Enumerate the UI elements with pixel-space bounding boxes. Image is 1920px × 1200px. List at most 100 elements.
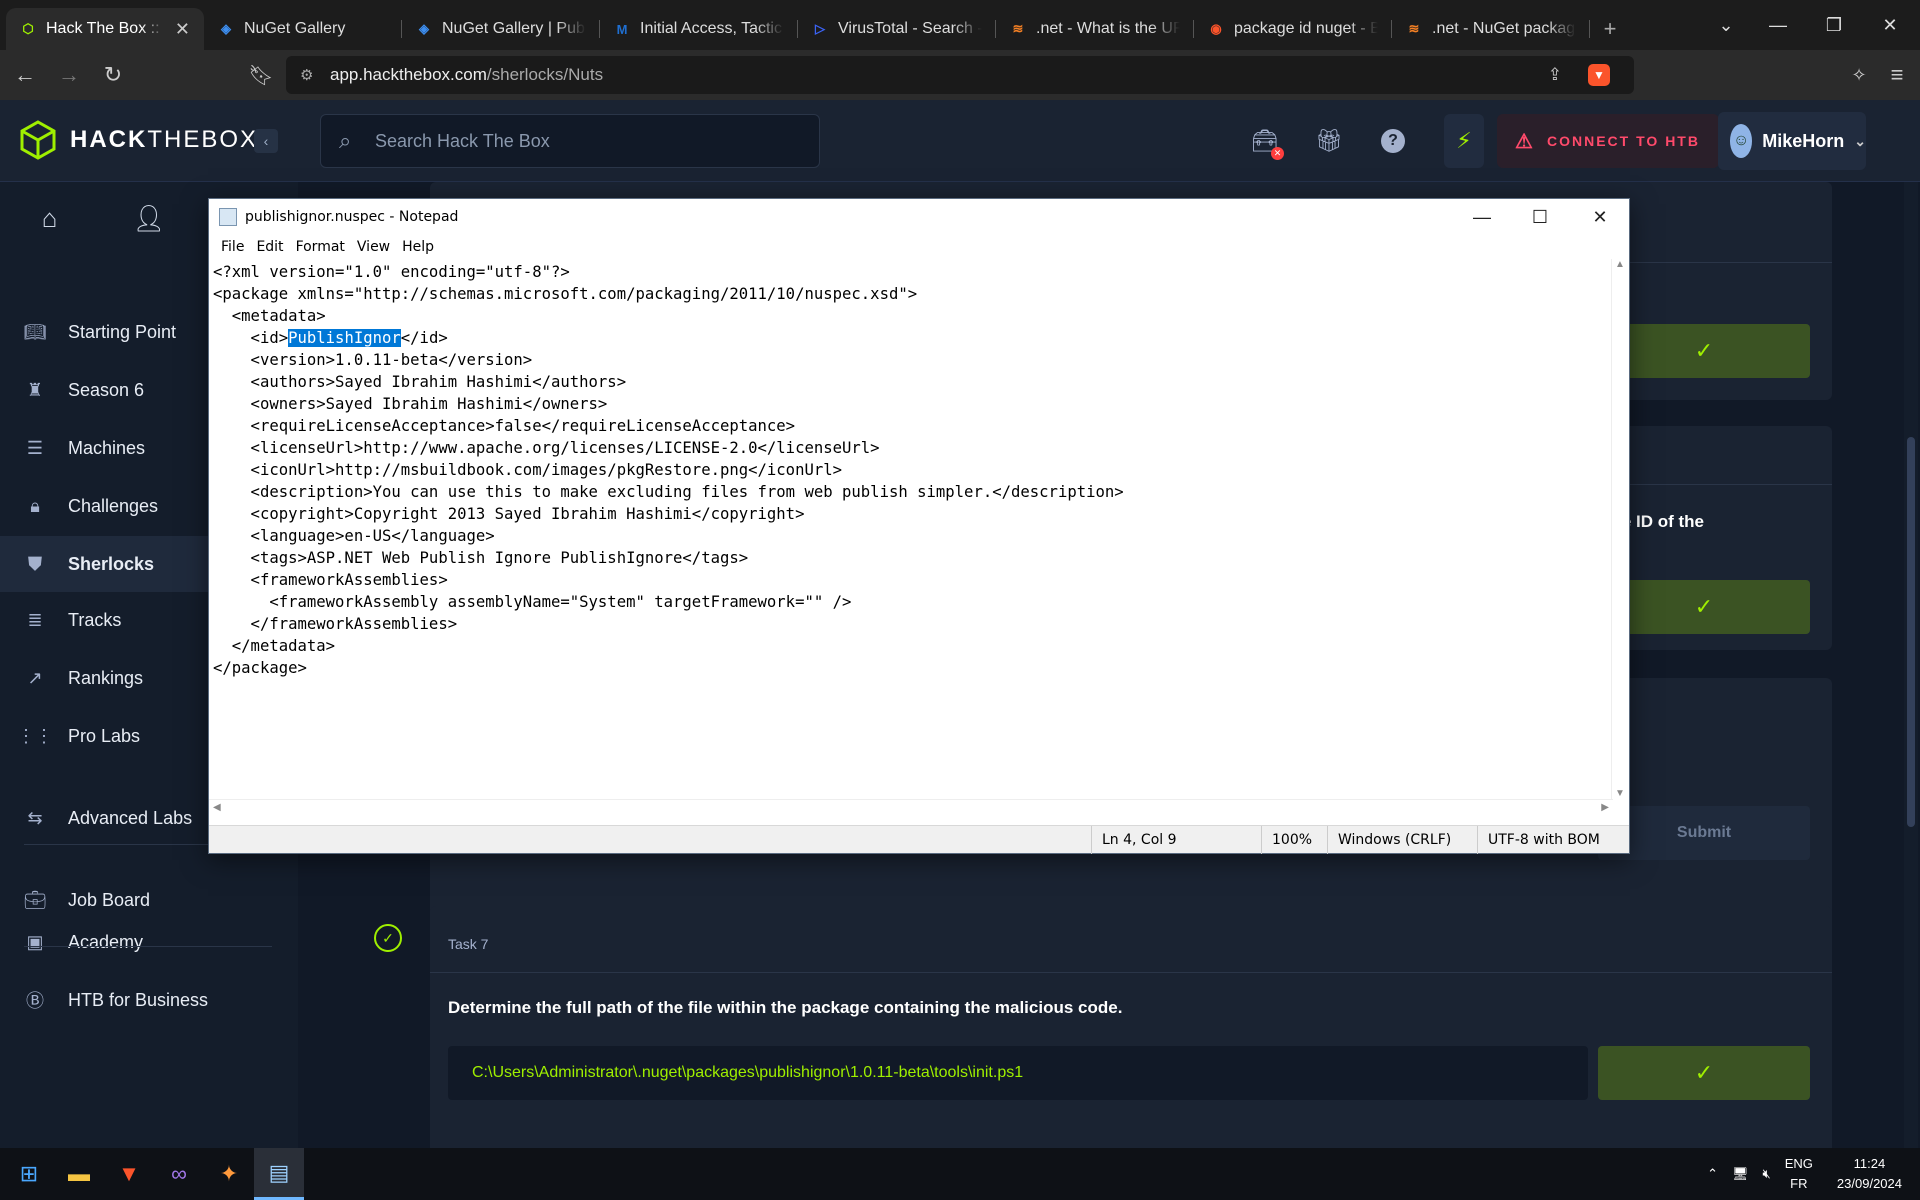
new-tab-button[interactable]: + (1590, 8, 1630, 50)
menu-help[interactable]: Help (396, 239, 440, 255)
lightning-icon[interactable]: ⚡︎ (1444, 114, 1484, 168)
notepad-titlebar[interactable]: publishignor.nuspec - Notepad (209, 199, 1629, 235)
sidebar-item-label: Challenges (68, 495, 159, 516)
htb-logo[interactable]: HACKTHEBOX (20, 120, 258, 160)
advanced-labs-icon: ⇆ (27, 807, 43, 828)
sidebar-item-label: Pro Labs (68, 725, 141, 746)
menu-view[interactable]: View (351, 239, 396, 255)
cursor-position: Ln 4, Col 9 (1091, 826, 1261, 854)
back-button[interactable]: ← (6, 56, 44, 94)
share-icon[interactable]: ⇪ (1548, 65, 1562, 85)
brave-browser-icon[interactable]: ▼ (104, 1148, 154, 1200)
language-indicator[interactable]: ENG FR (1785, 1154, 1813, 1194)
sidebar-item-academy[interactable]: ▣ Academy (0, 914, 298, 970)
sidebar-item-label: Season 6 (68, 379, 145, 400)
notepad-minimize-button[interactable]: — (1453, 199, 1511, 235)
sidebar-item-label: Sherlocks (68, 553, 155, 574)
restore-window-button[interactable]: ❐ (1806, 0, 1862, 50)
close-window-button[interactable]: ✕ (1862, 0, 1918, 50)
notepad-close-button[interactable]: ✕ (1571, 199, 1629, 235)
menu-icon[interactable]: ≡ (1878, 56, 1916, 94)
menu-edit[interactable]: Edit (250, 239, 289, 255)
browser-tab[interactable]: ◈ NuGet Gallery | Publi (402, 8, 600, 50)
tab-label: Initial Access, Tactic T (640, 20, 784, 37)
menu-format[interactable]: Format (290, 239, 351, 255)
browser-tab[interactable]: M Initial Access, Tactic T (600, 8, 798, 50)
text-line: <package xmlns="http://schemas.microsoft… (213, 285, 918, 303)
task-submit-check-button[interactable]: ✓ (1598, 1046, 1810, 1100)
nuget-icon: ◈ (419, 21, 429, 36)
close-tab-icon[interactable]: ✕ (175, 19, 190, 40)
address-bar[interactable]: ⚙ app.hackthebox.com/sherlocks/Nuts ⇪ ▼ (286, 56, 1634, 94)
page-scrollbar[interactable] (1904, 182, 1918, 1148)
sidebar-item-label: Rankings (68, 667, 144, 688)
text-line: <version>1.0.11-beta</version> (213, 351, 533, 369)
browser-tab[interactable]: ≋ .net - What is the UR (996, 8, 1194, 50)
text-line: <metadata> (213, 307, 326, 325)
profile-icon[interactable]: 👤︎ (99, 182, 198, 254)
stackoverflow-icon: ≋ (1012, 21, 1024, 36)
url-path: /sherlocks/Nuts (486, 65, 604, 84)
sidebar-item-label: Starting Point (68, 321, 177, 342)
htb-cube-icon: ⬡ (22, 21, 34, 36)
task-complete-check-icon: ✓ (374, 924, 402, 952)
browser-tab[interactable]: ⬡ Hack The Box :: H ✕ (6, 8, 204, 50)
text-line: <frameworkAssemblies> (213, 571, 448, 589)
notepad-title: publishignor.nuspec - Notepad (245, 209, 459, 225)
gift-icon[interactable]: 🎁︎ (1314, 126, 1344, 156)
start-button[interactable]: ⊞ (4, 1148, 54, 1200)
sidebar-item-label: Job Board (68, 889, 151, 910)
search-input[interactable]: ⌕ Search Hack The Box (320, 114, 820, 168)
bookmark-icon[interactable]: 🔖︎ (242, 56, 280, 94)
text-line: </metadata> (213, 637, 336, 655)
forward-button[interactable]: → (50, 56, 88, 94)
leo-ai-icon[interactable]: ✧ (1840, 56, 1878, 94)
brave-shield-icon[interactable]: ▼ (1588, 64, 1610, 86)
connect-to-htb-button[interactable]: ⚠ CONNECT TO HTB (1497, 114, 1719, 168)
browser-tab[interactable]: ▷ VirusTotal - Search - (798, 8, 996, 50)
notepad-taskbar-icon[interactable]: ▤ (254, 1148, 304, 1200)
text-line: <description>You can use this to make ex… (213, 483, 1124, 501)
chevron-down-icon: ⌄ (1854, 132, 1866, 149)
tab-label: NuGet Gallery (244, 20, 346, 37)
menu-file[interactable]: File (215, 239, 250, 255)
tab-label: package id nuget - B (1234, 20, 1378, 37)
text-line: <id>PublishIgnor</id> (213, 329, 448, 347)
browser-tab[interactable]: ≋ .net - NuGet package (1392, 8, 1590, 50)
tab-search-chevron-icon[interactable]: ⌄ (1698, 0, 1754, 50)
file-explorer-icon[interactable]: ▬ (54, 1148, 104, 1200)
avatar: ☺ (1730, 124, 1753, 158)
network-icon[interactable]: 🖥︎ (1732, 1166, 1749, 1182)
reload-button[interactable]: ↻ (94, 56, 132, 94)
browser-tab[interactable]: ◈ NuGet Gallery (204, 8, 402, 50)
answer-field[interactable]: C:\Users\Administrator\.nuget\packages\p… (448, 1046, 1588, 1100)
visual-studio-icon[interactable]: ∞ (154, 1148, 204, 1200)
notepad-text-area[interactable]: <?xml version="1.0" encoding="utf-8"?> <p… (209, 259, 1609, 799)
notepad-statusbar: Ln 4, Col 9 100% Windows (CRLF) UTF-8 wi… (209, 825, 1629, 854)
notepad-horizontal-scrollbar[interactable]: ◀ ▶ (209, 799, 1613, 817)
collapse-sidebar-button[interactable]: ‹ (254, 129, 278, 153)
business-icon: Ⓑ (26, 991, 44, 1011)
site-info-icon[interactable]: ⚙ (300, 66, 313, 84)
home-icon[interactable]: ⌂ (0, 182, 99, 254)
tab-label: .net - What is the UR (1036, 20, 1180, 37)
sidebar-item-label: Machines (68, 437, 146, 458)
volume-icon[interactable]: 🔇︎ (1763, 1166, 1771, 1182)
minimize-window-button[interactable]: — (1750, 0, 1806, 50)
browser-tab[interactable]: ◉ package id nuget - B (1194, 8, 1392, 50)
vpn-alert-icon: ⚠ (1515, 130, 1535, 153)
help-icon[interactable]: ? (1378, 126, 1408, 156)
notepad-vertical-scrollbar[interactable]: ▲ ▼ (1611, 259, 1629, 799)
sidebar-item-htb-for-business[interactable]: Ⓑ HTB for Business (0, 972, 298, 1028)
tool-app-icon[interactable]: ✦ (204, 1148, 254, 1200)
clock[interactable]: 11:24 23/09/2024 (1837, 1154, 1902, 1194)
notepad-maximize-button[interactable]: ☐ (1511, 199, 1569, 235)
user-menu[interactable]: ☺ MikeHorn ⌄ (1718, 112, 1866, 170)
toolbox-icon[interactable]: 🧰︎ ✕ (1250, 126, 1284, 160)
server-icon: ☰ (26, 437, 44, 458)
task-question: Determine the full path of the file with… (448, 998, 1123, 1017)
sidebar-divider (24, 946, 272, 947)
sidebar-item-label: Tracks (68, 609, 122, 630)
task-label: Task 7 (448, 936, 489, 952)
show-hidden-icons-icon[interactable]: ⌃ (1707, 1166, 1718, 1182)
